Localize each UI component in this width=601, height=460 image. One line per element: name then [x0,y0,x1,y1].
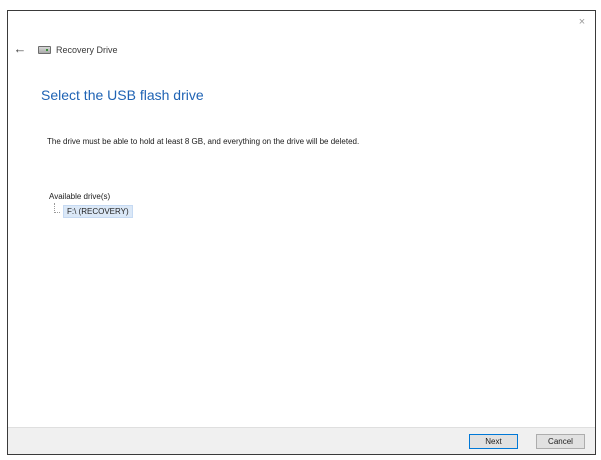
drive-list-item[interactable]: F:\ (RECOVERY) [63,205,133,218]
window-title-bar: Recovery Drive [38,43,118,57]
back-arrow-icon[interactable]: ← [12,42,28,56]
available-drives-label: Available drive(s) [49,192,111,201]
cancel-button[interactable]: Cancel [536,434,585,449]
footer-bar: Next Cancel [8,427,595,454]
next-button[interactable]: Next [469,434,518,449]
recovery-drive-window: × ← Recovery Drive Select the USB flash … [7,10,596,455]
drive-icon [38,46,51,54]
close-icon[interactable]: × [575,15,589,29]
tree-connector [54,203,60,213]
page-heading: Select the USB flash drive [41,87,204,103]
description-text: The drive must be able to hold at least … [47,137,360,146]
window-title: Recovery Drive [56,45,118,55]
